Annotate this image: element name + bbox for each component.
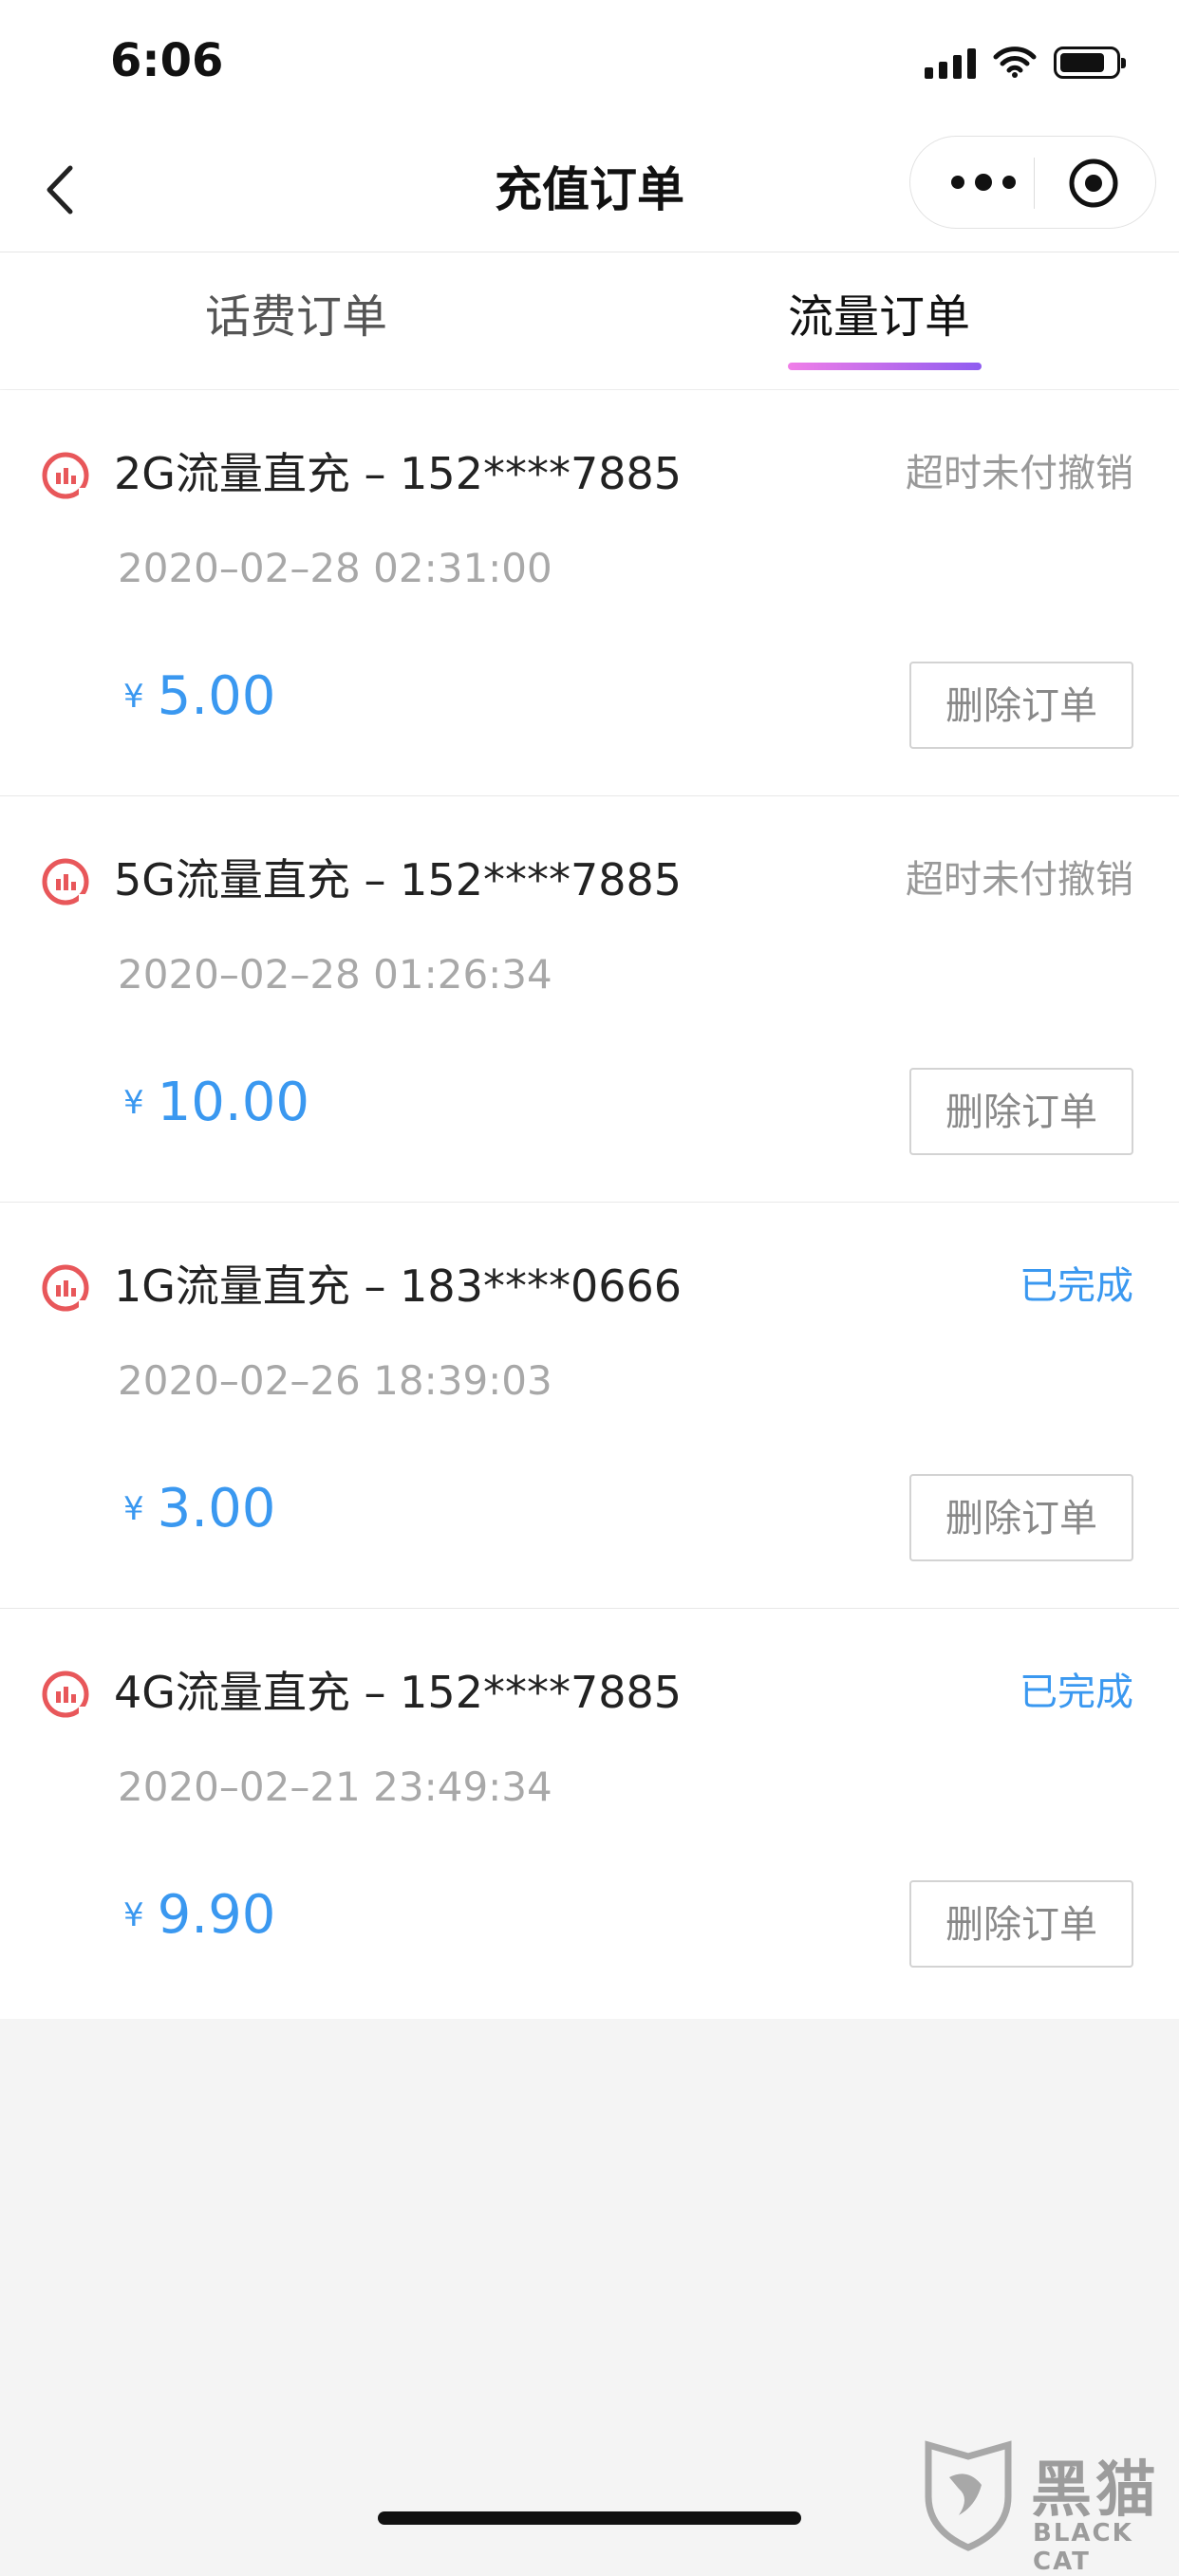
data-package-icon — [42, 452, 89, 499]
order-status: 已完成 — [1020, 1264, 1133, 1308]
watermark-text: 黑猫 — [1031, 2455, 1160, 2526]
miniprogram-capsule — [909, 136, 1156, 229]
order-title: 2G流量直充 – 152****7885 — [114, 448, 683, 499]
order-title: 1G流量直充 – 183****0666 — [114, 1260, 683, 1312]
battery-icon — [1054, 47, 1126, 79]
order-item[interactable]: 4G流量直充 – 152****7885 已完成 2020–02–21 23:4… — [0, 1609, 1179, 2019]
order-amount: 3.00 — [157, 1478, 276, 1540]
order-price: ¥10.00 — [123, 1072, 309, 1133]
order-amount: 5.00 — [157, 665, 276, 727]
capsule-divider — [1034, 158, 1035, 209]
delete-order-button[interactable]: 删除订单 — [909, 1474, 1133, 1561]
delete-order-button[interactable]: 删除订单 — [909, 1880, 1133, 1968]
order-list: 2G流量直充 – 152****7885 超时未付撤销 2020–02–28 0… — [0, 390, 1179, 2019]
watermark-subtext: BLACK CAT — [1033, 2519, 1133, 2576]
order-amount: 9.90 — [157, 1884, 276, 1946]
close-miniprogram-icon[interactable] — [1068, 158, 1119, 209]
currency-symbol: ¥ — [123, 1895, 144, 1934]
order-amount: 10.00 — [157, 1072, 309, 1133]
order-time: 2020–02–26 18:39:03 — [118, 1357, 552, 1404]
active-tab-indicator — [788, 363, 982, 370]
status-icons — [925, 44, 1126, 82]
cellular-signal-icon — [925, 47, 976, 79]
data-package-icon — [42, 1671, 89, 1718]
cat-shield-icon — [925, 2440, 1012, 2551]
order-time: 2020–02–28 01:26:34 — [118, 951, 552, 998]
currency-symbol: ¥ — [123, 1083, 144, 1122]
currency-symbol: ¥ — [123, 1489, 144, 1528]
order-item[interactable]: 2G流量直充 – 152****7885 超时未付撤销 2020–02–28 0… — [0, 390, 1179, 796]
status-time: 6:06 — [110, 34, 224, 87]
order-time: 2020–02–28 02:31:00 — [118, 545, 552, 591]
order-status: 超时未付撤销 — [906, 452, 1133, 495]
order-status: 已完成 — [1020, 1671, 1133, 1714]
wifi-icon — [993, 47, 1037, 78]
order-title: 4G流量直充 – 152****7885 — [114, 1667, 683, 1718]
order-time: 2020–02–21 23:49:34 — [118, 1764, 552, 1810]
currency-symbol: ¥ — [123, 677, 144, 716]
home-indicator — [378, 2511, 801, 2525]
nav-bar: 充值订单 — [0, 128, 1179, 252]
tab-phone-bill-orders[interactable]: 话费订单 — [205, 287, 387, 347]
order-item[interactable]: 5G流量直充 – 152****7885 超时未付撤销 2020–02–28 0… — [0, 796, 1179, 1203]
data-package-icon — [42, 858, 89, 905]
status-bar: 6:06 — [0, 0, 1179, 128]
data-package-icon — [42, 1264, 89, 1312]
delete-order-button[interactable]: 删除订单 — [909, 662, 1133, 749]
order-status: 超时未付撤销 — [906, 858, 1133, 902]
order-price: ¥9.90 — [123, 1884, 275, 1946]
order-price: ¥3.00 — [123, 1478, 275, 1540]
more-icon[interactable] — [948, 165, 1019, 199]
delete-order-button[interactable]: 删除订单 — [909, 1068, 1133, 1155]
order-tabs: 话费订单 流量订单 — [0, 252, 1179, 389]
tab-data-orders[interactable]: 流量订单 — [788, 287, 970, 347]
order-item[interactable]: 1G流量直充 – 183****0666 已完成 2020–02–26 18:3… — [0, 1203, 1179, 1609]
order-title: 5G流量直充 – 152****7885 — [114, 854, 683, 905]
black-cat-watermark: 黑猫 BLACK CAT — [921, 2439, 1177, 2576]
order-price: ¥5.00 — [123, 665, 275, 727]
